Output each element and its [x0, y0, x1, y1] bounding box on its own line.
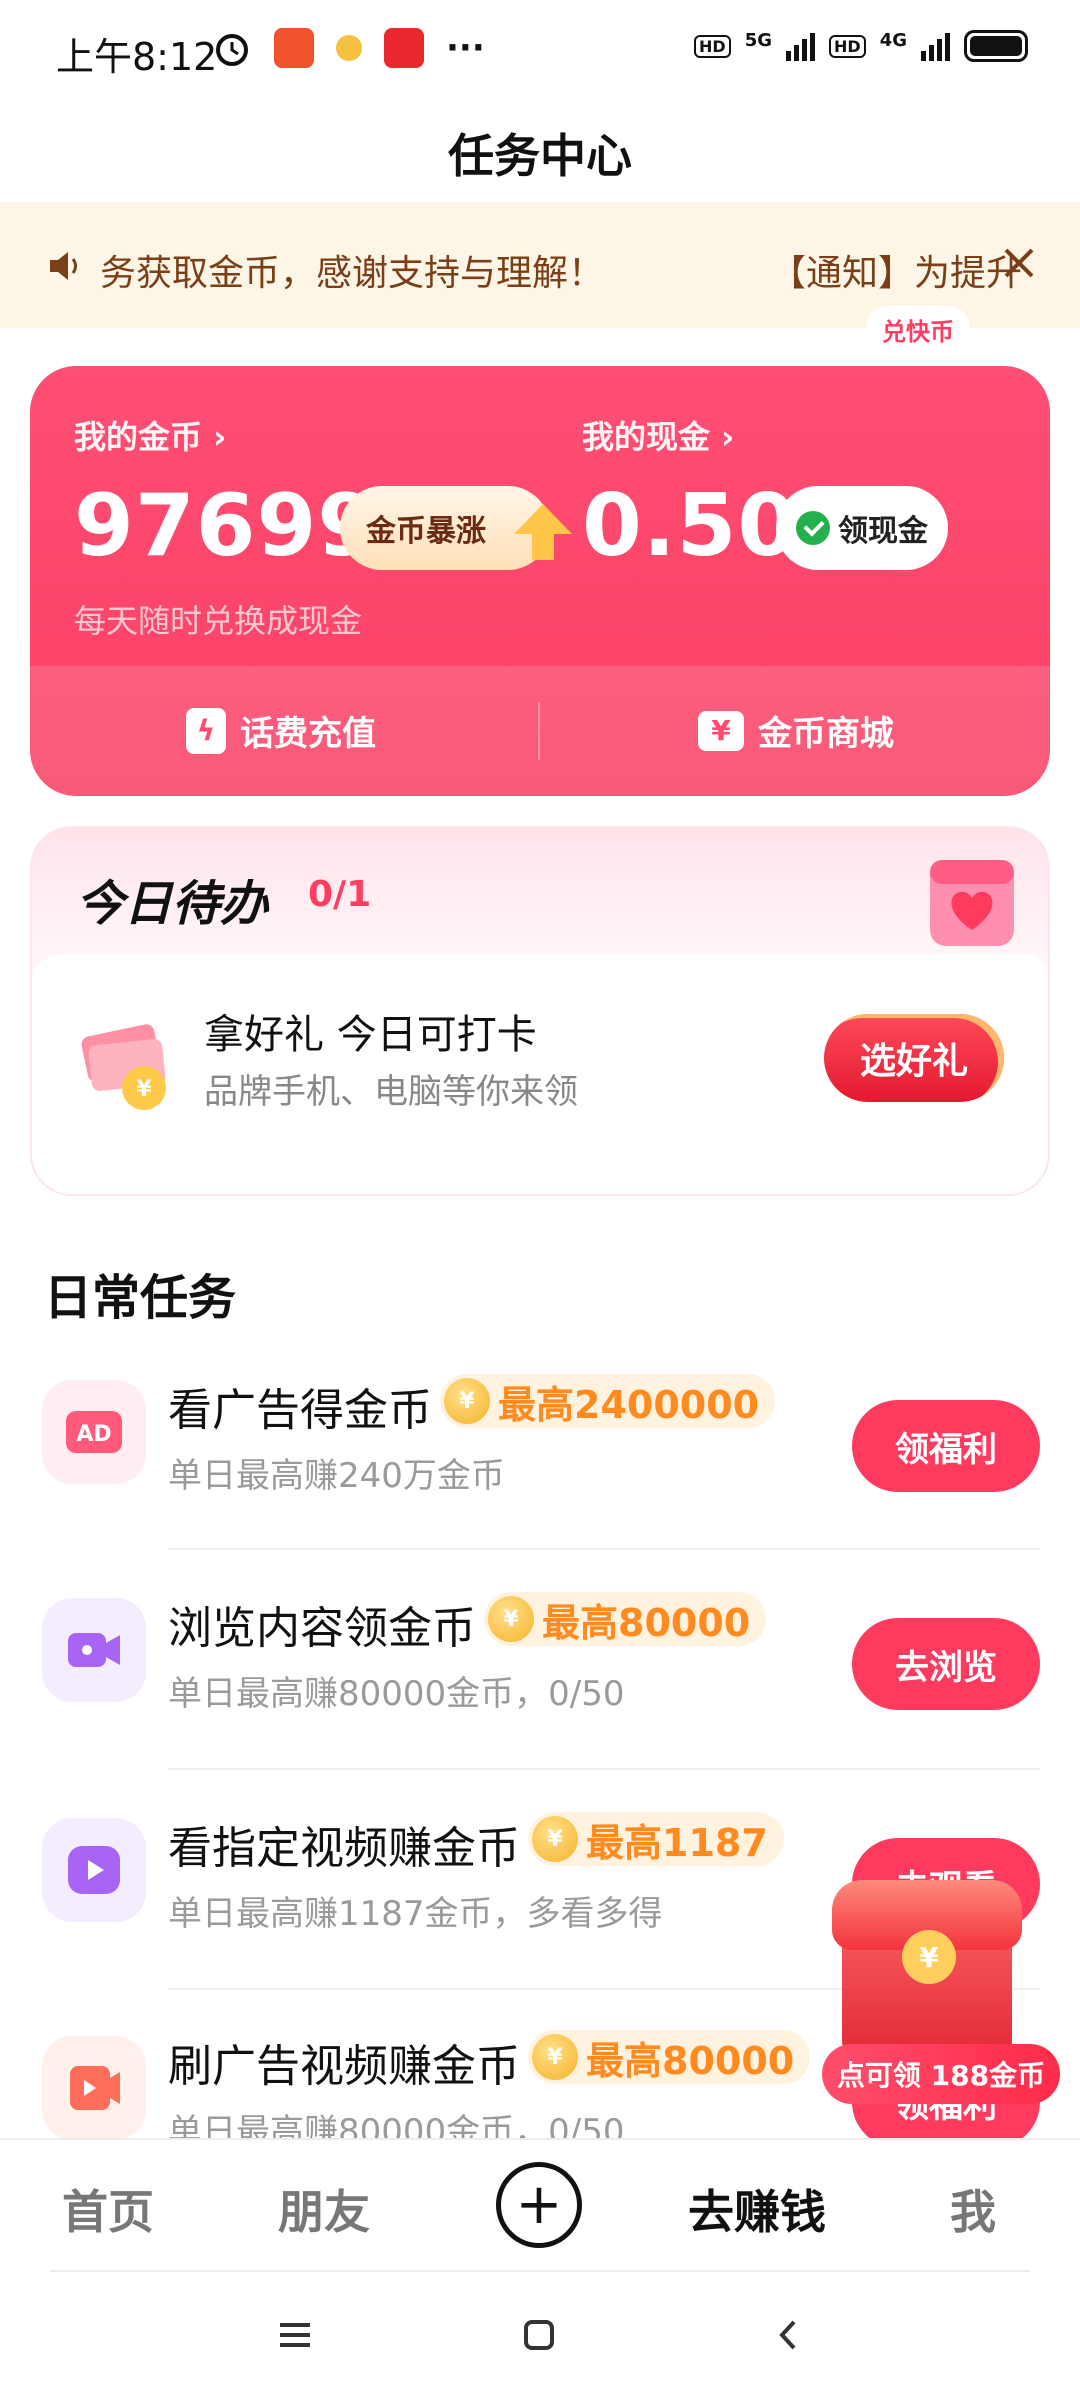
coin-balance: 97699: [74, 476, 379, 576]
task-description: 单日最高赚240万金币: [168, 1456, 505, 1496]
system-navigation: [0, 2270, 1080, 2400]
task-description: 单日最高赚80000金币，0/50: [168, 2112, 625, 2138]
wallet-card: 我的金币 › 97699 金币暴涨 我的现金 › 0.50 领现金 每天随时兑换…: [30, 366, 1050, 796]
red-packet-badge[interactable]: 点可领 188金币: [822, 2044, 1060, 2104]
divider: [538, 702, 540, 760]
page-title: 任务中心: [448, 129, 632, 183]
nav-earn[interactable]: 去赚钱: [688, 2176, 826, 2242]
task-title: 看广告得金币: [168, 1385, 432, 1436]
mall-badge: 兑快币: [866, 306, 970, 353]
status-time: 上午8:12: [56, 35, 218, 79]
app-notification-icon: [336, 35, 362, 61]
phone-recharge-label: 话费充值: [240, 714, 376, 754]
today-todo-card: 今日待办 0/1 ¥ 拿好礼 今日可打卡 品牌手机、电脑等你来领 选好礼: [30, 826, 1050, 1196]
task-action-button[interactable]: 领福利: [852, 1400, 1040, 1492]
wallet-shortcuts: ϟ 话费充值 ¥ 金币商城: [30, 666, 1050, 796]
task-description: 单日最高赚1187金币，多看多得: [168, 1894, 663, 1934]
task-reward: ¥ 最高1187: [528, 1812, 784, 1866]
divider: [168, 1768, 1040, 1770]
app-notification-icon: [274, 28, 314, 68]
withdraw-cash-button[interactable]: 领现金: [776, 486, 948, 570]
speaker-icon: [50, 252, 77, 280]
ad-icon: AD: [42, 1380, 146, 1484]
network-type-label: 5G: [744, 30, 773, 51]
battery-icon: [964, 30, 1028, 62]
task-reward: ¥ 最高2400000: [440, 1374, 776, 1428]
status-bar: 上午8:12 ··· HD 5G HD 4G: [0, 0, 1080, 100]
my-cash-link[interactable]: 我的现金 ›: [582, 412, 734, 458]
phone-recharge-button[interactable]: ϟ 话费充值: [186, 706, 376, 755]
task-reward-label: 最高80000: [542, 1600, 751, 1645]
heart-calendar-icon: [930, 860, 1014, 946]
yen-ticket-icon: ¥: [698, 710, 744, 751]
menu-icon[interactable]: [270, 2310, 320, 2360]
task-reward-label: 最高1187: [586, 1820, 768, 1865]
signal-icon: [921, 31, 950, 61]
notice-text: 务获取金币，感谢支持与理解！: [100, 253, 605, 294]
create-plus-button[interactable]: +: [496, 2162, 582, 2248]
nav-me[interactable]: 我: [950, 2176, 996, 2242]
bottom-nav: 首页 朋友 + 去赚钱 我: [0, 2138, 1080, 2268]
todo-count: 0/1: [308, 874, 372, 915]
up-arrow-icon: [514, 504, 572, 560]
task-reward-label: 最高2400000: [498, 1382, 760, 1427]
coin-mall-button[interactable]: ¥ 金币商城: [698, 706, 894, 755]
svg-text:¥: ¥: [136, 1077, 152, 1102]
lightning-icon: ϟ: [186, 707, 226, 754]
status-system-icons: HD 5G HD 4G: [694, 30, 1028, 62]
wallet-subtitle: 每天随时兑换成现金: [74, 602, 363, 640]
choose-gift-button[interactable]: 选好礼: [824, 1014, 1004, 1102]
todo-item-subtitle: 品牌手机、电脑等你来领: [204, 1072, 578, 1112]
divider: [168, 1548, 1040, 1550]
coin-icon: ¥: [902, 1930, 956, 1984]
more-notifications-icon: ···: [446, 28, 485, 68]
hd-icon: HD: [829, 34, 866, 58]
hd-icon: HD: [694, 34, 731, 58]
back-icon[interactable]: [764, 2310, 814, 2360]
task-title: 浏览内容领金币: [168, 1603, 476, 1654]
withdraw-cash-label: 领现金: [838, 514, 928, 549]
alarm-icon: [216, 34, 248, 66]
close-icon[interactable]: [996, 240, 1042, 286]
task-reward: ¥ 最高80000: [528, 2030, 811, 2084]
status-app-icons: ···: [212, 28, 485, 68]
wechat-check-icon: [796, 511, 830, 545]
todo-item[interactable]: ¥ 拿好礼 今日可打卡 品牌手机、电脑等你来领 选好礼: [32, 954, 1048, 1194]
app-notification-icon: [384, 28, 424, 68]
coin-icon: ¥: [444, 1378, 490, 1424]
home-square-icon[interactable]: [514, 2310, 564, 2360]
task-title: 看指定视频赚金币: [168, 1823, 520, 1874]
coin-icon: ¥: [532, 1816, 578, 1862]
play-icon: [42, 1818, 146, 1922]
my-coins-link[interactable]: 我的金币 ›: [74, 412, 226, 458]
task-row: 浏览内容领金币 ¥ 最高80000 单日最高赚80000金币，0/50 去浏览: [0, 1568, 1080, 1728]
task-title: 刷广告视频赚金币: [168, 2041, 520, 2092]
notice-text-right: 【通知】为提升: [770, 253, 1023, 294]
todo-title: 今日待办: [76, 876, 269, 932]
coin-icon: ¥: [532, 2034, 578, 2080]
task-description: 单日最高赚80000金币，0/50: [168, 1674, 625, 1714]
task-action-button[interactable]: 去浏览: [852, 1618, 1040, 1710]
video-camera-icon: [42, 1598, 146, 1702]
video-ad-icon: [42, 2036, 146, 2138]
svg-text:AD: AD: [76, 1422, 111, 1447]
daily-tasks-title: 日常任务: [44, 1270, 237, 1326]
nav-home[interactable]: 首页: [62, 2176, 154, 2242]
task-reward-label: 最高80000: [586, 2038, 795, 2083]
coin-icon: ¥: [488, 1596, 534, 1642]
task-reward: ¥ 最高80000: [484, 1592, 767, 1646]
signal-icon: [786, 31, 816, 61]
coin-surge-label: 金币暴涨: [366, 514, 486, 549]
coin-mall-label: 金币商城: [758, 714, 894, 754]
nav-friends[interactable]: 朋友: [278, 2176, 370, 2242]
cash-gift-icon: ¥: [81, 1024, 166, 1110]
todo-item-title: 拿好礼 今日可打卡: [204, 1012, 537, 1058]
network-type-label: 4G: [879, 30, 907, 51]
cash-balance: 0.50: [582, 476, 799, 576]
task-row: AD 看广告得金币 ¥ 最高2400000 单日最高赚240万金币 领福利: [0, 1350, 1080, 1510]
